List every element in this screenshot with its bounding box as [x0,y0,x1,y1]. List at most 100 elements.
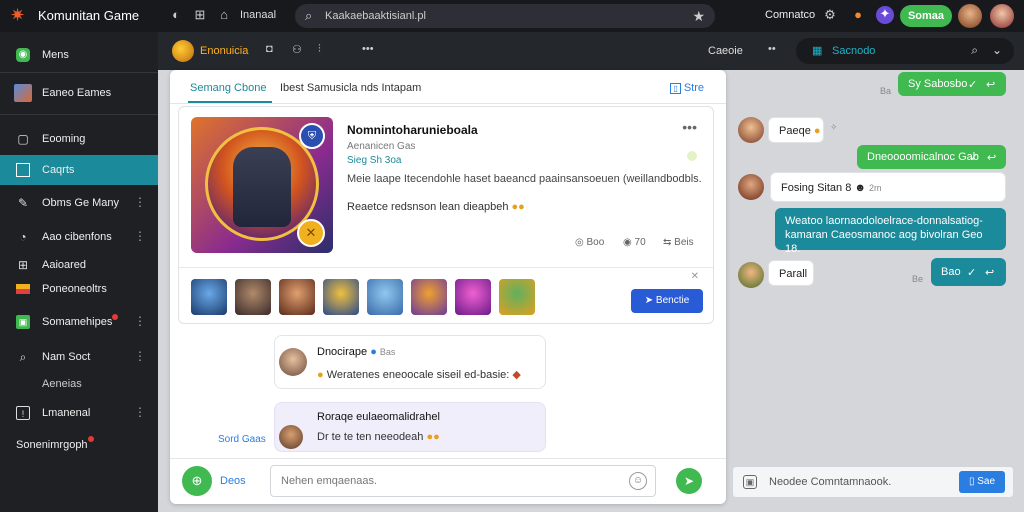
sparkle-icon[interactable]: ✦ [876,6,894,24]
card-action-button[interactable]: ➤ Benctie [631,289,703,313]
sidebar-item-caqrts[interactable]: Caqrts [0,155,158,185]
sidebar-item-games[interactable]: Eaneo Eames [0,78,158,108]
chat-bubble[interactable]: Sy Sabosbo ✓ ↩ [898,72,1006,96]
channel-right-link[interactable]: Caeoie [708,45,743,57]
tab-semang[interactable]: Semang Cbone [190,82,266,94]
sidebar-item-eooming[interactable]: ▢ Eooming [0,124,158,154]
send-button[interactable]: ➤ [676,468,702,494]
global-search[interactable]: ⌕ Kaakaebaaktisianl.pl ★ [295,4,715,28]
thumbnail-game-2[interactable] [235,279,271,315]
chat-avatar[interactable] [738,262,764,288]
card-meta: Sieg Sh 3oa [347,155,402,166]
side-chat-send-button[interactable]: ▯ Sae [959,471,1005,493]
share-icon[interactable]: ⊞ [192,7,208,23]
sidebar-item-sonenimrgoph[interactable]: Sonenimrgoph [0,430,158,460]
channel-title[interactable]: Enonuicia [200,45,248,57]
chat-bubble[interactable]: Weatoo laornaodoloelrace-donnalsatiog-ka… [775,208,1006,255]
top-right-link[interactable]: Comnatco [765,9,815,21]
game-hero-image[interactable]: ⛨ ✕ [191,117,333,253]
search-icon[interactable]: ⌕ [971,43,978,58]
reply-icon[interactable]: ↩ [987,151,996,164]
chat-bubble[interactable]: Fosing Sitan 8 ☻ 2m [770,172,1006,202]
users-icon[interactable]: ⚇ [292,43,302,56]
chat-avatar[interactable] [738,117,764,143]
chat-bubble[interactable]: Bao ✓ ↩ [931,258,1006,286]
sidebar-item-lmanenal[interactable]: ! Lmanenal ⋮ [0,398,158,428]
settings-icon[interactable]: ⚙ [822,7,838,23]
thumbnail-game-6[interactable] [411,279,447,315]
camera-icon[interactable]: ◘ [266,43,273,55]
square-icon [16,163,30,177]
more-icon[interactable]: ⋮ [134,195,146,209]
sidebar-divider [0,114,158,115]
chat-bubble-text: Sy Sabosbo [908,78,968,90]
favorite-star-icon[interactable]: ★ [692,8,705,25]
top-nav-text[interactable]: Inanaal [240,9,276,21]
top-action-button[interactable]: Somaa [900,5,952,27]
share-button[interactable]: ▯ Stre [670,82,704,94]
sidebar-sub-item[interactable]: Aeneias [42,378,82,390]
card-subtitle: Aenanicen Gas [347,141,416,152]
thread-label[interactable]: Sord Gaas [218,434,266,445]
star-icon[interactable]: ✧ [830,122,838,133]
sidebar-item-mens[interactable]: ◉ Mens [0,40,158,70]
thumbnail-game-3[interactable] [279,279,315,315]
sidebar-item-aao[interactable]: ◔ Aao cibenfons ⋮ [0,222,158,252]
thumbnail-game-4[interactable] [323,279,359,315]
sidebar-item-label: Aao cibenfons [42,231,112,243]
composer-label[interactable]: Deos [220,475,246,487]
more-horizontal-icon[interactable]: •• [768,43,776,55]
image-icon[interactable]: ▣ [743,475,757,489]
bars-icon[interactable]: ⫶ [318,43,321,56]
thumbnail-game-5[interactable] [367,279,403,315]
more-horizontal-icon[interactable]: ••• [682,119,697,135]
heart-icon: ◉ [623,237,632,248]
channel-search-text[interactable]: Sacnodo [832,45,875,57]
thumbnail-game-1[interactable] [191,279,227,315]
message-avatar[interactable] [279,425,303,449]
sidebar-item-nam-soct[interactable]: ⌕ Nam Soct ⋮ [0,342,158,372]
more-icon[interactable]: ⋮ [134,349,146,363]
message-avatar[interactable] [279,348,307,376]
send-icon: ➤ [644,295,654,306]
global-search-text[interactable]: Kaakaebaaktisianl.pl [325,10,426,22]
chat-bubble[interactable]: Paeqe ● [768,117,824,143]
profile-avatar[interactable] [990,4,1014,28]
moon-icon[interactable]: ◐ [168,7,184,23]
verified-icon: ● [370,346,377,358]
chevron-icon[interactable]: ⌄ [992,43,1002,57]
chat-avatar[interactable] [738,174,764,200]
tab-ibest[interactable]: Ibest Samusicla nds Intapam [280,82,421,94]
user-avatar[interactable] [958,4,982,28]
thumbnail-game-8[interactable] [499,279,535,315]
emoji-picker-icon[interactable]: ☺ [629,472,647,490]
thumbnail-game-7[interactable] [455,279,491,315]
close-icon[interactable]: ✕ [691,271,699,282]
search-icon: ⌕ [19,350,27,364]
card-note: Reaetce redsnson lean dieapbeh ●● [347,201,525,213]
message-input[interactable]: Nehen emqaenaas. ☺ [270,465,656,497]
more-icon[interactable]: ⋮ [134,314,146,328]
attach-button[interactable]: ⊕ [182,466,212,496]
reply-icon[interactable]: ↩ [985,266,994,279]
reply-icon[interactable]: ↩ [986,78,995,91]
chat-bubble[interactable]: Parall [768,260,814,286]
home-icon[interactable]: ⌂ [216,7,232,23]
emoji-icon: ●● [426,431,440,443]
side-chat-input[interactable]: ▣ Neodee Comntamnaook. ▯ Sae [732,466,1014,498]
chat-bubble[interactable]: Dneoooomicalnoc Gab ✓ ↩ [857,145,1006,169]
channel-search[interactable]: ▦ Sacnodo ⌕ ⌄ [796,38,1014,64]
bookmark-icon: ▢ [17,132,29,146]
more-icon[interactable]: ⋮ [134,229,146,243]
message-item[interactable]: Dnocirape ● Bas ● Weratenes eneoocale si… [274,335,546,389]
sidebar-item-obms[interactable]: ✎ Obms Ge Many ⋮ [0,188,158,218]
more-icon[interactable]: ⋮ [134,405,146,419]
sidebar-item-poneoneoltrs[interactable]: Poneoneoltrs [0,274,158,304]
more-horizontal-icon[interactable]: ••• [362,43,374,55]
chat-bubble-text: Bao [941,266,961,278]
sidebar-item-somamehipes[interactable]: ▣ Somamehipes ⋮ [0,307,158,337]
fox-icon[interactable]: ● [850,7,866,23]
channel-avatar[interactable] [172,40,194,62]
top-bar: ✷ Komunitan Game ◐ ⊞ ⌂ Inanaal ⌕ Kaakaeb… [0,0,1024,32]
message-item[interactable]: Roraqe eulaeomalidrahel Dr te te ten nee… [274,402,546,452]
